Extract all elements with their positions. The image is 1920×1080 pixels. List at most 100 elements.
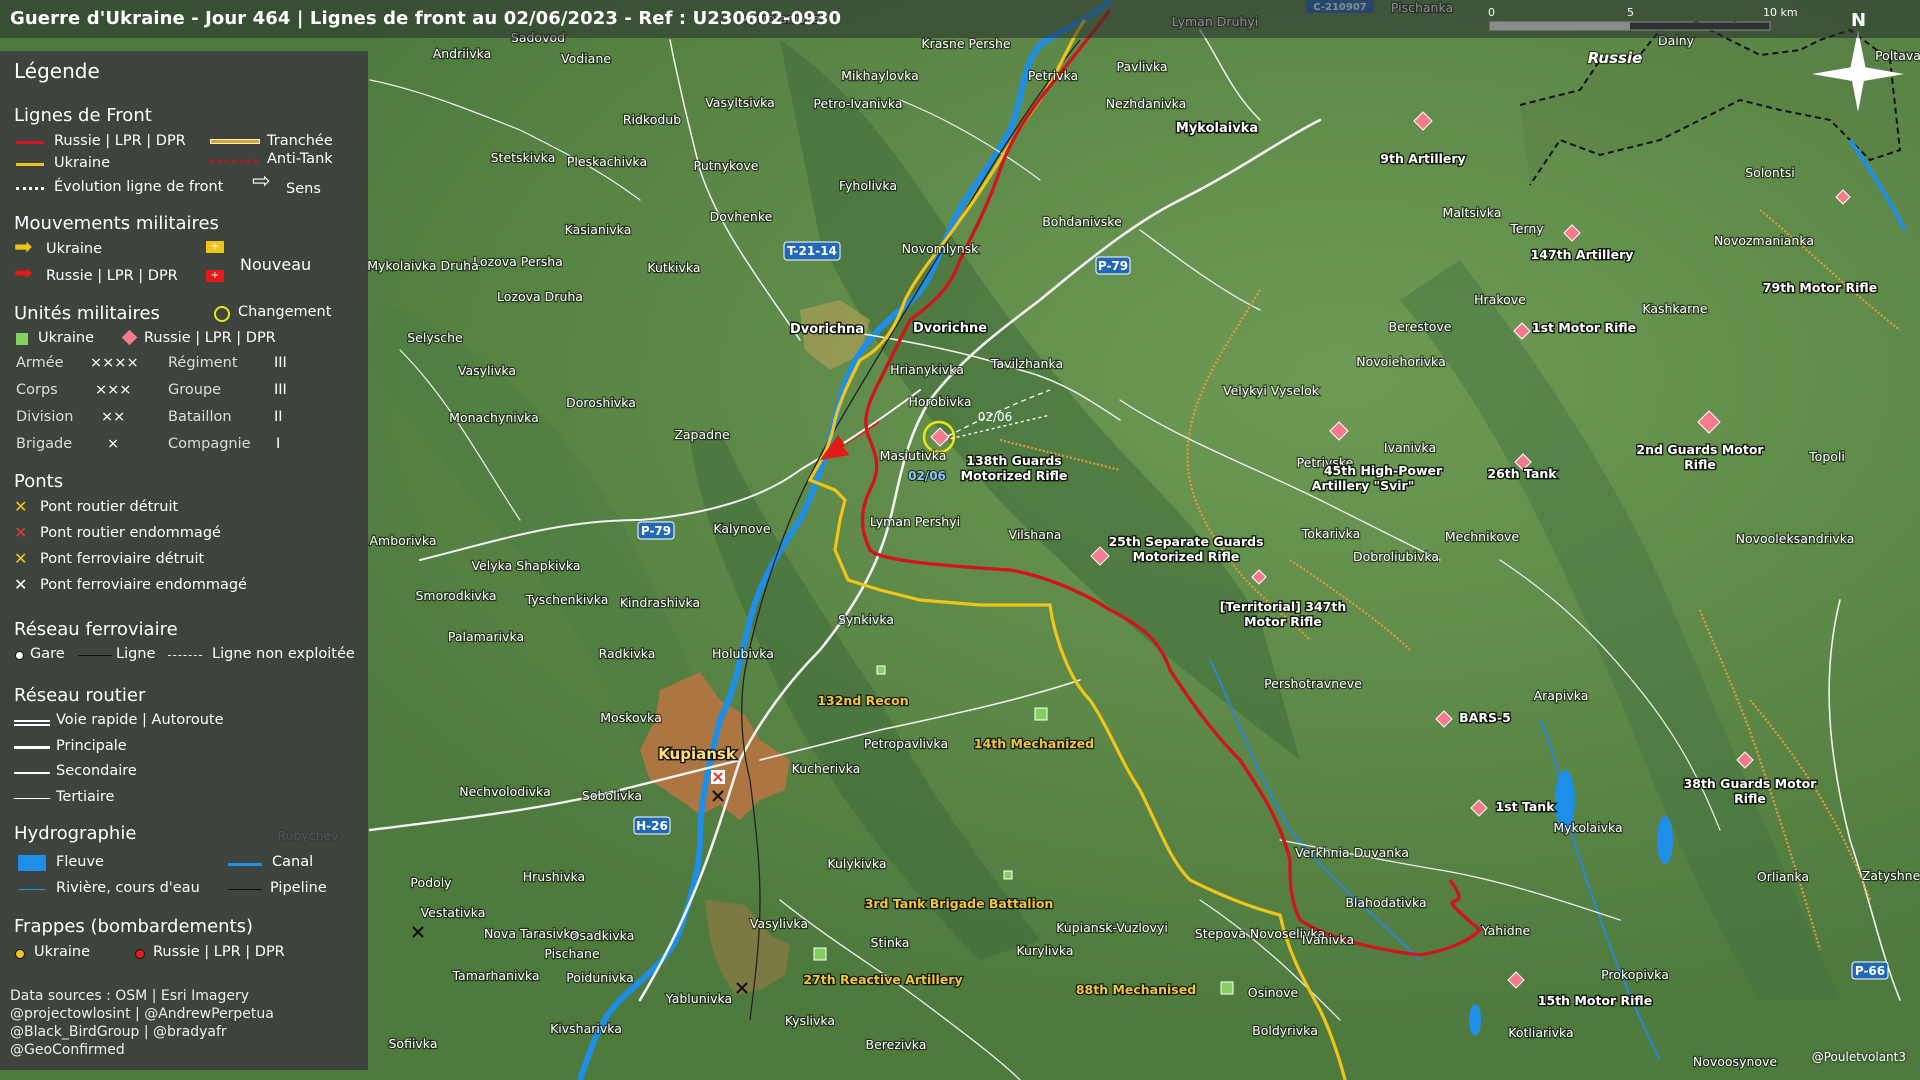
village-label: Osinove	[1248, 985, 1299, 1000]
village-label: Fyholivka	[839, 178, 897, 193]
village-label: Nova Tarasivka	[484, 926, 578, 941]
ukraine-unit-label: 3rd Tank Brigade Battalion	[865, 896, 1054, 911]
legend-title: Légende	[14, 59, 100, 83]
village-label: Zapadne	[674, 427, 730, 442]
village-label: Vodiane	[561, 51, 611, 66]
ukraine-arrow-icon: ➡	[14, 235, 33, 260]
unit-date-label: 02/06	[908, 469, 946, 483]
village-label: Dobroliubivka	[1353, 549, 1439, 564]
secondary-road-swatch	[14, 772, 50, 774]
village-label: Tavilzhanka	[990, 356, 1063, 371]
legend-road-0: Voie rapide | Autoroute	[56, 712, 224, 728]
legend-movement-ukraine: Ukraine	[46, 241, 102, 257]
rail-bridge-damaged-icon: ✕	[14, 575, 28, 594]
village-label: Kalynove	[713, 521, 770, 536]
legend-strikes-ukraine: Ukraine	[34, 944, 90, 960]
russian-unit-label: 25th Separate Guards	[1108, 534, 1263, 549]
village-label: Blahodativka	[1345, 895, 1426, 910]
legend-strikes-heading: Frappes (bombardements)	[14, 916, 254, 937]
village-label: Boldyrivka	[1252, 1023, 1318, 1038]
legend-strikes-russia: Russie | LPR | DPR	[153, 944, 285, 960]
russian-unit-label: Artillery "Svir"	[1312, 478, 1414, 493]
village-label: Lozova Druha	[497, 289, 583, 304]
village-label: Radkivka	[599, 646, 656, 661]
village-label: Novozmanianka	[1714, 233, 1814, 248]
village-label: Petropavlivka	[864, 736, 948, 751]
village-label: Kyslivka	[785, 1013, 835, 1028]
village-label: Velyka Shapkivka	[471, 558, 580, 573]
village-label: Kashkarne	[1642, 301, 1708, 316]
station-icon	[15, 651, 24, 660]
legend-movements-heading: Mouvements militaires	[14, 213, 219, 234]
village-label: Mikhaylovka	[841, 68, 919, 83]
village-label: Ivanivka	[1384, 440, 1436, 455]
village-label: Horobivka	[908, 394, 971, 409]
town-label: Dvorichne	[913, 321, 987, 336]
rail-line-swatch	[78, 655, 112, 656]
legend-units-change: Changement	[238, 304, 332, 320]
russia-strike-icon	[135, 949, 145, 959]
legend-hydro-pipeline: Pipeline	[270, 880, 327, 896]
village-label: Novooleksandrivka	[1736, 531, 1855, 546]
village-label: Osadkivka	[570, 928, 635, 943]
russia-arrow-icon: ➡	[14, 261, 33, 286]
legend-hydro-river: Fleuve	[56, 854, 104, 870]
road-bridge-damaged-icon: ✕	[14, 523, 28, 542]
legend-road-1: Principale	[56, 738, 127, 754]
village-label: Orlianka	[1757, 869, 1809, 884]
village-label: Hrakove	[1474, 292, 1526, 307]
legend-antitank-swatch	[210, 159, 258, 163]
scale-label-mid: Дальний	[1692, 20, 1738, 31]
legend-rail-station: Gare	[30, 646, 65, 662]
village-label: Prokopivka	[1601, 967, 1669, 982]
village-label: Selysche	[407, 330, 463, 345]
road-shield-label: H-26	[636, 819, 668, 833]
main-road-swatch	[14, 746, 50, 749]
direction-arrow-icon: ⇨	[252, 169, 271, 194]
scale-label-5: 5	[1627, 6, 1634, 19]
village-label: Sobolivka	[582, 788, 642, 803]
legend-units-heading: Unités militaires	[14, 303, 160, 324]
legend-ukraine-line-swatch	[16, 163, 44, 166]
village-label: Palamarivka	[448, 629, 524, 644]
road-shield-label: P-79	[1098, 259, 1128, 273]
canal-swatch	[228, 863, 262, 866]
village-label: Lozova Persha	[473, 254, 563, 269]
unit-size-division: Division	[16, 409, 74, 425]
village-label: Yablunivka	[665, 991, 732, 1006]
legend-bridge-1: Pont routier endommagé	[40, 525, 221, 541]
village-label: Tamarhanivka	[451, 968, 539, 983]
new-russia-arrow-icon: +	[206, 270, 224, 282]
village-label: Dovhenke	[710, 209, 773, 224]
russian-unit-label: 2nd Guards Motor	[1636, 442, 1764, 457]
village-label: Mechnikove	[1445, 529, 1520, 544]
new-ukraine-arrow-icon: +	[206, 241, 224, 253]
village-label: Ridkodub	[623, 112, 681, 127]
village-label: Kucherivka	[792, 761, 861, 776]
village-label: Hrianykivka	[890, 362, 964, 377]
unit-size-army-sym: ××××	[90, 355, 139, 371]
russian-unit-label: Rifle	[1684, 457, 1716, 472]
village-label: Vilshana	[1009, 527, 1062, 542]
village-label: Novomlynsk	[902, 241, 980, 256]
village-label: Solontsi	[1745, 165, 1795, 180]
legend-russia-line-swatch	[16, 141, 44, 144]
russia-unit-icon	[121, 329, 138, 346]
legend-rail-heading: Réseau ferroviaire	[14, 619, 178, 640]
change-circle-icon	[214, 306, 230, 322]
source-line-3: @GeoConfirmed	[10, 1042, 125, 1058]
village-label: Andriivka	[433, 46, 492, 61]
legend-road-heading: Réseau routier	[14, 685, 146, 706]
village-label: Stinka	[871, 935, 910, 950]
village-label: Vasylivka	[458, 363, 516, 378]
village-label: Kasianivka	[565, 222, 632, 237]
road-bridge-destroyed-icon: ✕	[14, 497, 28, 516]
unit-size-brigade-sym: ×	[107, 436, 120, 452]
village-label: Moskovka	[600, 710, 661, 725]
russian-unit-label: 9th Artillery	[1380, 151, 1465, 166]
unit-size-battalion-sym: II	[274, 409, 283, 425]
village-label: Smorodkivka	[416, 588, 497, 603]
ukraine-strike-icon	[15, 949, 25, 959]
legend-front-direction: Sens	[286, 181, 321, 197]
russian-unit-label: Rifle	[1734, 791, 1766, 806]
